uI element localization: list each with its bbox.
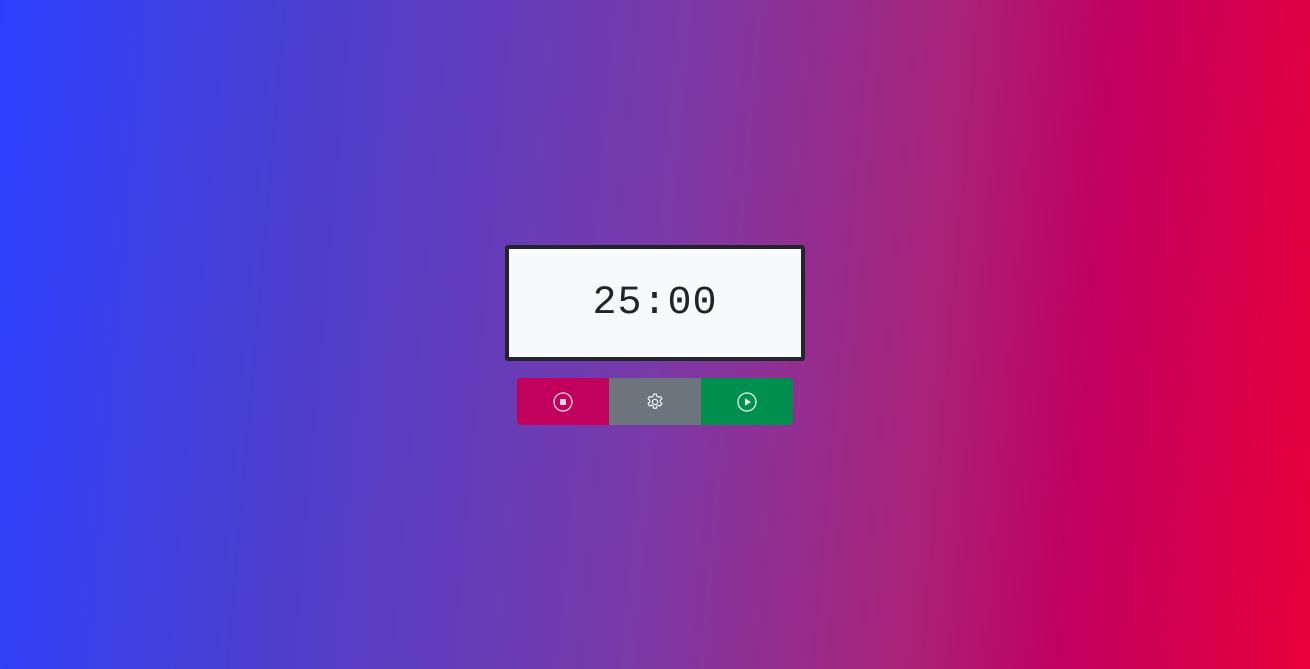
gear-icon xyxy=(645,392,665,412)
timer-display: 25:00 xyxy=(505,245,805,361)
pomodoro-timer: 25:00 xyxy=(505,245,805,425)
timer-controls xyxy=(517,378,793,425)
stop-button[interactable] xyxy=(517,378,609,425)
play-circle-icon xyxy=(737,391,757,412)
settings-button[interactable] xyxy=(609,378,701,425)
timer-readout: 25:00 xyxy=(592,280,718,326)
stop-circle-icon xyxy=(553,391,573,412)
play-button[interactable] xyxy=(701,378,793,425)
